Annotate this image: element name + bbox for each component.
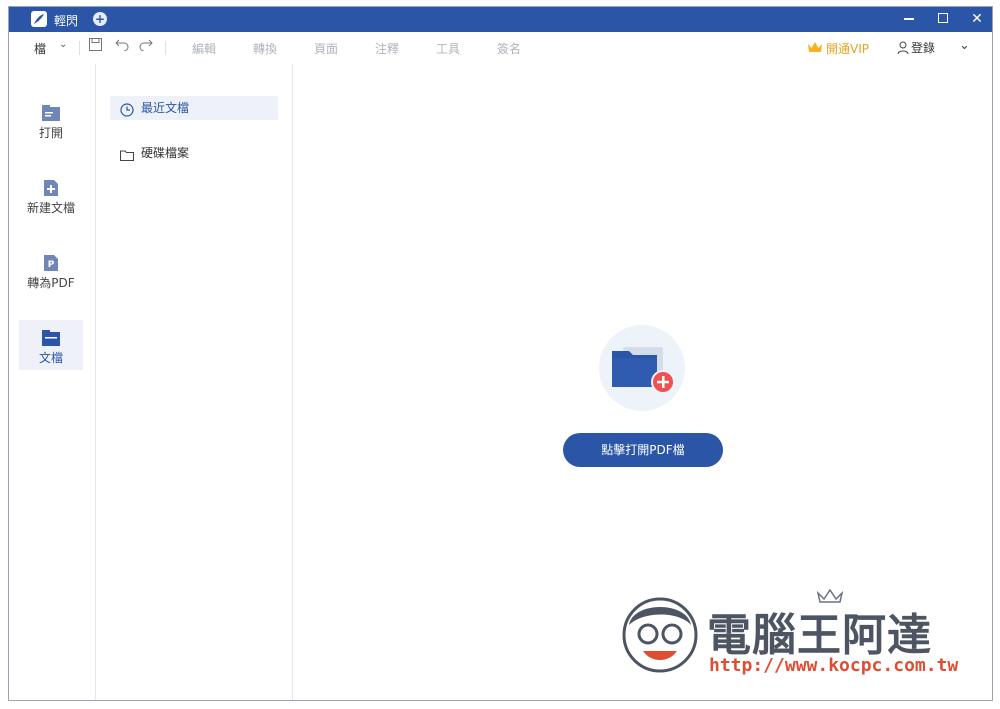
vip-label: 開通VIP <box>826 42 869 56</box>
undo-icon[interactable] <box>115 38 129 55</box>
crown-icon <box>807 41 823 56</box>
rail-item-new-document[interactable]: 新建文檔 <box>19 174 83 224</box>
more-chevron-icon[interactable]: ⌄ <box>959 38 970 53</box>
new-document-icon <box>42 180 60 196</box>
chevron-down-icon[interactable]: ⌄ <box>59 39 67 50</box>
rail-item-label: 文檔 <box>38 351 63 365</box>
maximize-button[interactable] <box>926 7 960 32</box>
document-source-panel: 最近文檔 硬碟檔案 <box>97 64 293 700</box>
menu-page[interactable]: 頁面 <box>314 40 338 57</box>
vip-button[interactable]: 開通VIP <box>807 40 869 57</box>
redo-icon[interactable] <box>139 38 153 55</box>
user-icon <box>897 41 909 55</box>
toolbar: 檔 ⌄ 編輯 轉換 頁面 注釋 工具 簽名 開通VIP 登錄 ⌄ <box>9 32 992 64</box>
add-tab-button[interactable]: + <box>93 12 107 26</box>
disk-files-label: 硬碟檔案 <box>141 146 190 160</box>
toolbar-divider <box>79 41 80 55</box>
menu-sign[interactable]: 簽名 <box>497 40 521 57</box>
menu-edit[interactable]: 編輯 <box>192 40 216 57</box>
rail-item-label: 新建文檔 <box>26 201 75 215</box>
rail-item-documents[interactable]: 文檔 <box>19 320 83 370</box>
file-menu[interactable]: 檔 <box>34 40 46 57</box>
recent-documents-label: 最近文檔 <box>141 101 190 115</box>
disk-files-item[interactable]: 硬碟檔案 <box>110 141 278 165</box>
mascot-face-icon <box>619 591 701 679</box>
app-title: 輕閃 <box>54 14 79 28</box>
document-folder-icon <box>42 330 60 346</box>
menu-tools[interactable]: 工具 <box>436 40 460 57</box>
save-icon[interactable] <box>89 38 102 55</box>
app-window: 輕閃 + ✕ 檔 ⌄ 編輯 轉換 頁面 注釋 工具 簽名 開通VIP 登錄 ⌄ … <box>8 6 993 701</box>
recent-documents-item[interactable]: 最近文檔 <box>110 96 278 120</box>
rail-item-convert-pdf[interactable]: P 轉為PDF <box>19 249 83 299</box>
maximize-icon <box>938 13 948 23</box>
rail-item-open[interactable]: 打開 <box>19 99 83 149</box>
left-rail: 打開 新建文檔 P 轉為PDF 文檔 <box>9 64 96 700</box>
open-file-illustration[interactable] <box>599 325 685 411</box>
rail-item-label: 打開 <box>38 126 63 140</box>
toolbar-divider <box>165 41 166 55</box>
close-button[interactable]: ✕ <box>960 7 992 32</box>
watermark-url: http://www.kocpc.com.tw <box>709 655 959 676</box>
pdf-convert-icon: P <box>42 255 60 271</box>
login-button[interactable]: 登錄 <box>897 39 935 56</box>
folder-icon <box>119 146 135 162</box>
app-logo-icon <box>31 11 47 27</box>
watermark-title: 電腦王阿達 <box>707 610 932 661</box>
menu-annotate[interactable]: 注釋 <box>375 40 399 57</box>
rail-item-label: 轉為PDF <box>27 276 75 290</box>
watermark: 電腦王阿達 http://www.kocpc.com.tw <box>609 587 969 687</box>
folder-add-icon <box>612 347 675 394</box>
minimize-button[interactable] <box>892 7 926 32</box>
svg-text:P: P <box>48 260 55 270</box>
open-pdf-button[interactable]: 點擊打開PDF檔 <box>563 433 723 467</box>
title-bar: 輕閃 + ✕ <box>9 7 992 32</box>
clock-icon <box>120 101 134 117</box>
login-label: 登錄 <box>911 41 936 55</box>
menu-convert[interactable]: 轉換 <box>253 40 277 57</box>
minimize-icon <box>904 18 914 20</box>
folder-open-icon <box>42 105 60 121</box>
